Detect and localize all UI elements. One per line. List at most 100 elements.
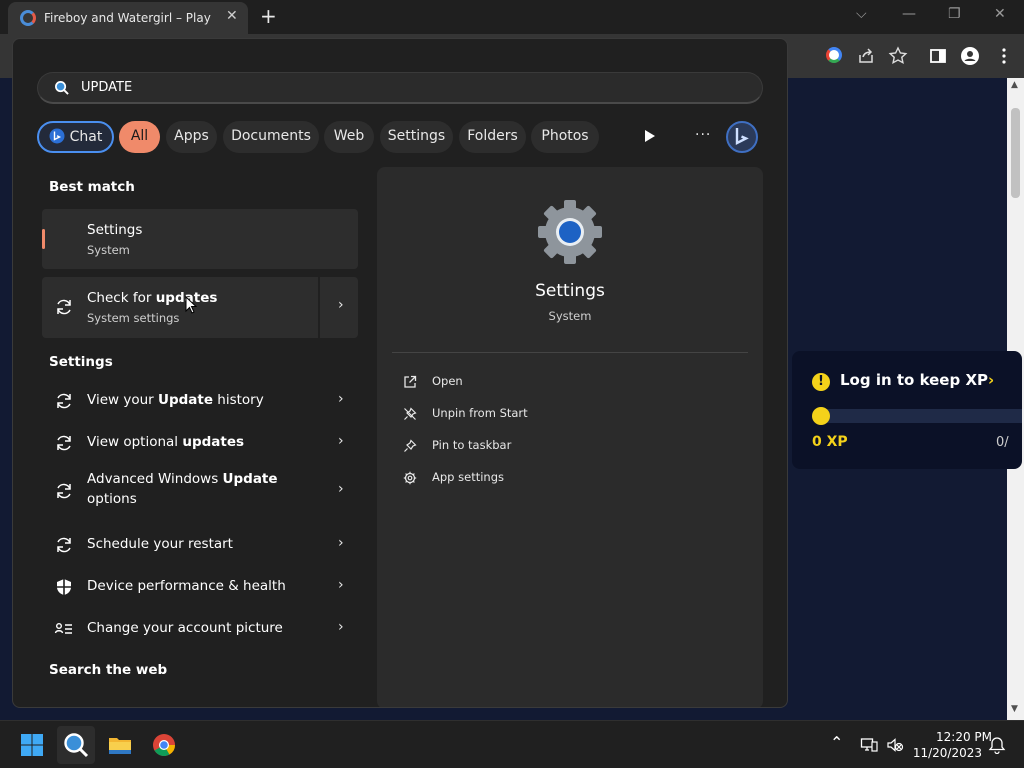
chrome-icon <box>153 734 175 756</box>
chevron-right-icon[interactable]: › <box>338 433 344 449</box>
settings-item-label: Advanced Windows Update <box>87 471 278 487</box>
selection-accent <box>42 229 45 249</box>
detail-pane: Settings System Open Unpin from Start Pi… <box>377 167 763 707</box>
tab-search-icon[interactable]: ⌵ <box>856 6 867 22</box>
settings-item-advanced-update[interactable]: Advanced Windows Update options › <box>42 465 358 517</box>
new-tab-button[interactable]: + <box>260 4 277 28</box>
settings-item-label-line2: options <box>87 491 137 507</box>
scroll-up-arrow-icon[interactable]: ▲ <box>1011 80 1018 90</box>
folder-icon <box>109 738 131 754</box>
check-updates-subtitle: System settings <box>87 311 180 325</box>
action-unpin-start[interactable]: Unpin from Start <box>403 404 703 428</box>
search-box[interactable] <box>37 72 763 104</box>
bing-button-icon[interactable] <box>726 121 758 153</box>
chevron-right-icon[interactable]: › <box>338 577 344 593</box>
mouse-cursor-icon <box>185 296 197 314</box>
tab-close-icon[interactable]: ✕ <box>226 8 238 24</box>
settings-item-optional-updates[interactable]: View optional updates › <box>42 423 358 463</box>
windows-logo-icon <box>21 734 43 756</box>
bookmark-star-icon[interactable] <box>888 46 908 66</box>
settings-item-device-health[interactable]: Device performance & health › <box>42 567 358 607</box>
show-hidden-icons-icon[interactable]: ⌃ <box>830 733 848 752</box>
profile-icon[interactable] <box>960 46 980 66</box>
taskbar-date[interactable]: 11/20/2023 <box>912 746 982 760</box>
label-bold: updates <box>182 434 245 450</box>
google-lens-icon[interactable] <box>826 47 842 63</box>
filter-settings[interactable]: Settings <box>380 121 453 153</box>
game-favicon-icon <box>20 10 36 26</box>
filter-documents[interactable]: Documents <box>223 121 319 153</box>
shield-icon <box>57 579 71 595</box>
chevron-right-icon[interactable]: › <box>338 619 344 635</box>
action-open[interactable]: Open <box>403 372 703 396</box>
sync-icon <box>57 393 71 409</box>
search-web-heading: Search the web <box>49 662 168 678</box>
settings-item-label: Schedule your restart <box>87 536 233 552</box>
scroll-thumb[interactable] <box>1011 108 1020 198</box>
label-bold: Update <box>157 392 213 408</box>
settings-item-update-history[interactable]: View your Update history › <box>42 381 358 421</box>
detail-app-category: System <box>548 309 592 323</box>
best-match-settings[interactable]: Settings System <box>42 209 358 269</box>
taskbar-search-button[interactable] <box>57 726 95 764</box>
action-label: App settings <box>432 470 504 484</box>
check-updates-title: Check for updates <box>87 290 217 306</box>
more-options-icon[interactable]: ··· <box>695 127 711 143</box>
close-window-button[interactable]: ✕ <box>994 6 1006 22</box>
tab-title: Fireboy and Watergirl – Play Onl <box>44 11 214 25</box>
settings-item-schedule-restart[interactable]: Schedule your restart › <box>42 525 358 565</box>
volume-muted-icon[interactable] <box>886 736 904 754</box>
action-label: Unpin from Start <box>432 406 528 420</box>
chevron-right-icon[interactable]: › <box>338 481 344 497</box>
account-list-icon <box>54 622 72 634</box>
filter-photos[interactable]: Photos <box>531 121 599 153</box>
chevron-right-icon[interactable]: › <box>338 535 344 551</box>
start-button[interactable] <box>13 726 51 764</box>
results-list: Best match Settings System Check for upd… <box>37 167 394 707</box>
sync-icon <box>57 537 71 553</box>
xp-login-card[interactable]: ! Log in to keep XP › 0 XP 0/ <box>792 351 1022 469</box>
action-label: Open <box>432 374 463 388</box>
restore-button[interactable]: ❐ <box>948 6 961 22</box>
settings-item-account-picture[interactable]: Change your account picture › <box>42 609 358 649</box>
filter-all[interactable]: All <box>119 121 160 153</box>
notification-bell-icon[interactable] <box>988 736 1006 754</box>
filter-web[interactable]: Web <box>324 121 374 153</box>
filter-folders[interactable]: Folders <box>459 121 526 153</box>
sync-icon <box>57 299 71 315</box>
xp-max: 0/ <box>996 435 1009 450</box>
taskbar-file-explorer[interactable] <box>101 726 139 764</box>
scroll-down-arrow-icon[interactable]: ▼ <box>1011 704 1018 714</box>
filter-apps[interactable]: Apps <box>166 121 217 153</box>
play-more-filters-icon[interactable] <box>644 129 656 143</box>
action-pin-taskbar[interactable]: Pin to taskbar <box>403 436 703 460</box>
label-pre: View your <box>87 392 158 408</box>
gear-icon <box>403 471 417 485</box>
pin-icon <box>404 439 417 452</box>
chevron-right-icon[interactable]: › <box>338 297 344 313</box>
xp-progress-track <box>820 409 1022 423</box>
settings-item-label: Change your account picture <box>87 620 283 636</box>
minimize-button[interactable]: — <box>902 6 916 22</box>
taskbar-time[interactable]: 12:20 PM <box>912 730 992 744</box>
filter-chat[interactable]: Chat <box>37 121 114 153</box>
open-external-icon <box>404 375 417 388</box>
best-match-title: Settings <box>87 222 143 238</box>
xp-progress-knob <box>812 407 830 425</box>
bing-chat-icon <box>49 128 65 144</box>
share-icon[interactable] <box>856 46 876 66</box>
chevron-right-icon[interactable]: › <box>338 391 344 407</box>
search-icon <box>64 733 89 758</box>
label-post: history <box>213 392 264 408</box>
menu-kebab-icon[interactable] <box>994 46 1014 66</box>
search-input[interactable] <box>81 80 681 95</box>
check-for-updates-item[interactable]: Check for updates System settings › <box>42 277 358 338</box>
item-divider <box>318 277 320 338</box>
side-panel-icon[interactable] <box>928 46 948 66</box>
network-icon[interactable] <box>860 736 878 754</box>
browser-tab[interactable]: Fireboy and Watergirl – Play Onl ✕ <box>8 2 248 34</box>
check-updates-title-plain: Check for <box>87 290 156 306</box>
action-app-settings[interactable]: App settings <box>403 468 703 492</box>
taskbar-chrome[interactable] <box>145 726 183 764</box>
chevron-right-icon[interactable]: › <box>988 371 994 389</box>
